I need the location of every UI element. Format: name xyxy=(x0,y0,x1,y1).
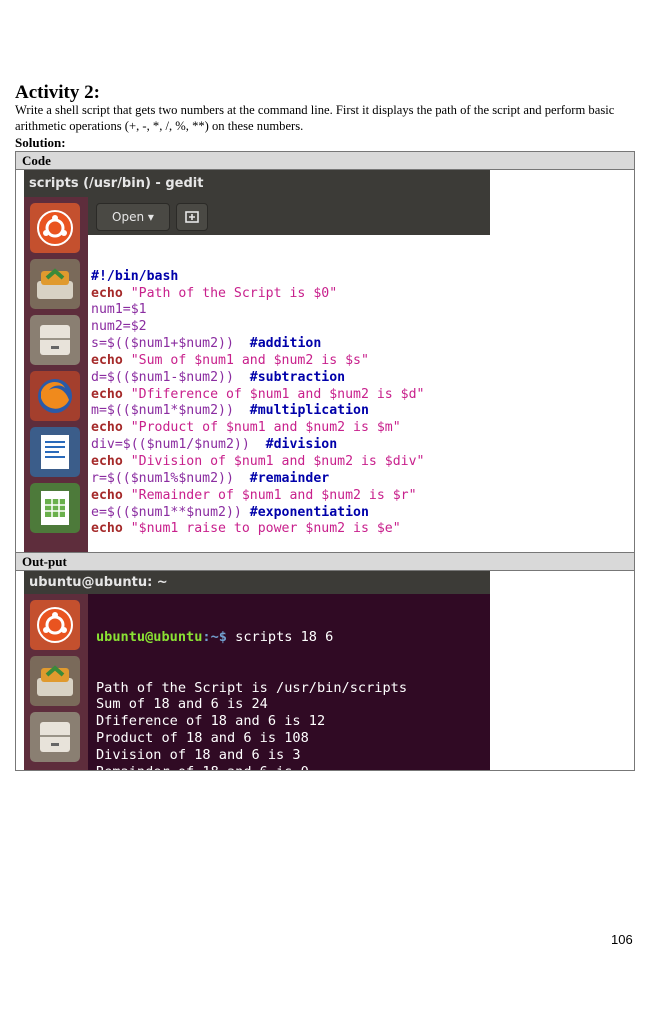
terminal-output-line: Path of the Script is /usr/bin/scripts xyxy=(96,679,407,696)
terminal-output-line: Remainder of 18 and 6 is 0 xyxy=(96,764,490,770)
code-lines: #!/bin/bash echo "Path of the Script is $… xyxy=(91,269,490,539)
new-document-icon xyxy=(185,211,199,223)
code-token: "Dfiference of $num1 and $num2 is $d" xyxy=(122,386,425,402)
ubuntu-dash-icon[interactable] xyxy=(30,203,80,253)
open-button[interactable]: Open ▾ xyxy=(96,203,170,231)
code-line: num1=$1 xyxy=(91,302,490,319)
code-frame: Code scripts (/usr/bin) - gedit Open ▾ #… xyxy=(15,151,635,553)
open-button-label: Open xyxy=(112,210,145,224)
terminal-titlebar: ubuntu@ubuntu: ~ xyxy=(24,571,490,594)
terminal-window[interactable]: ubuntu@ubuntu:~$ scripts 18 6 Path of th… xyxy=(88,594,490,770)
code-line: s=$(($num1+$num2)) #addition xyxy=(91,336,490,353)
code-token: #multiplication xyxy=(233,403,369,419)
calc-icon[interactable] xyxy=(30,483,80,533)
code-token: echo xyxy=(91,453,123,469)
code-token: "$num1 raise to power $num2 is $e" xyxy=(122,521,401,537)
prompt-path: :~$ xyxy=(202,628,227,645)
code-line: m=$(($num1*$num2)) #multiplication xyxy=(91,403,490,420)
code-token: echo xyxy=(91,352,123,368)
terminal-screenshot: ubuntu@ubuntu: ~ ubuntu@ubuntu:~$ script… xyxy=(24,571,490,770)
code-token: echo xyxy=(91,521,123,537)
terminal-output-line: Sum of 18 and 6 is 24 xyxy=(96,696,268,713)
terminal-command: scripts 18 6 xyxy=(226,628,334,645)
code-token: "Product of $num1 and $num2 is $m" xyxy=(122,420,401,436)
code-token: div=$(($num1/$num2)) xyxy=(91,437,250,453)
code-line: echo "Product of $num1 and $num2 is $m" xyxy=(91,420,490,437)
code-line: echo "Sum of $num1 and $num2 is $s" xyxy=(91,353,490,370)
software-updater-icon[interactable] xyxy=(30,656,80,706)
code-token: "Remainder of $num1 and $num2 is $r" xyxy=(122,487,417,503)
code-token: #addition xyxy=(233,336,322,352)
code-line: num2=$2 xyxy=(91,319,490,336)
code-token: num1=$1 xyxy=(91,302,147,318)
code-token: #remainder xyxy=(233,470,330,486)
solution-label: Solution: xyxy=(15,135,66,150)
code-editor[interactable]: #!/bin/bash echo "Path of the Script is $… xyxy=(88,235,490,552)
code-token: num2=$2 xyxy=(91,319,147,335)
activity-description: Write a shell script that gets two numbe… xyxy=(15,103,615,133)
new-document-button[interactable] xyxy=(176,203,208,231)
code-token: m=$(($num1*$num2)) xyxy=(91,403,234,419)
code-token: r=$(($num1%$num2)) xyxy=(91,470,234,486)
code-token: "Sum of $num1 and $num2 is $s" xyxy=(122,352,369,368)
code-line: echo "Division of $num1 and $num2 is $di… xyxy=(91,454,490,471)
code-line: echo "Remainder of $num1 and $num2 is $r… xyxy=(91,488,490,505)
file-cabinet-icon[interactable] xyxy=(30,315,80,365)
gedit-toolbar: Open ▾ xyxy=(88,197,490,235)
code-line: e=$(($num1**$num2)) #exponentiation xyxy=(91,505,490,522)
chevron-down-icon: ▾ xyxy=(147,210,154,224)
launcher xyxy=(24,197,88,552)
code-line: echo "Dfiference of $num1 and $num2 is $… xyxy=(91,387,490,404)
code-token: s=$(($num1+$num2)) xyxy=(91,336,234,352)
code-token: echo xyxy=(91,420,123,436)
code-line: div=$(($num1/$num2)) #division xyxy=(91,437,490,454)
software-updater-icon[interactable] xyxy=(30,259,80,309)
launcher xyxy=(24,594,88,770)
writer-icon[interactable] xyxy=(30,427,80,477)
code-token: d=$(($num1-$num2)) xyxy=(91,369,234,385)
activity-heading: Activity 2: xyxy=(15,82,100,103)
prompt-user: ubuntu@ubuntu xyxy=(96,628,203,645)
code-token: #exponentiation xyxy=(241,504,369,520)
code-token: echo xyxy=(91,487,123,503)
code-line: echo "$num1 raise to power $num2 is $e" xyxy=(91,521,490,538)
terminal-output: Path of the Script is /usr/bin/scripts Su… xyxy=(96,680,490,770)
terminal-output-line: Division of 18 and 6 is 3 xyxy=(96,747,301,764)
code-frame-header: Code xyxy=(16,152,634,170)
code-token: echo xyxy=(91,285,123,301)
code-token: "Path of the Script is $0" xyxy=(122,285,338,301)
gedit-screenshot: scripts (/usr/bin) - gedit Open ▾ #!/bin… xyxy=(24,170,490,552)
code-line: r=$(($num1%$num2)) #remainder xyxy=(91,471,490,488)
terminal-output-line: Product of 18 and 6 is 108 xyxy=(96,730,309,747)
code-token: "Division of $num1 and $num2 is $div" xyxy=(122,453,425,469)
gedit-titlebar: scripts (/usr/bin) - gedit xyxy=(24,170,490,197)
output-frame-header: Out-put xyxy=(16,553,634,571)
firefox-icon[interactable] xyxy=(30,371,80,421)
code-token: e=$(($num1**$num2)) xyxy=(91,504,242,520)
code-line: #!/bin/bash xyxy=(91,269,490,286)
code-line: echo "Path of the Script is $0" xyxy=(91,286,490,303)
terminal-output-line: Dfiference of 18 and 6 is 12 xyxy=(96,713,326,730)
code-token: #subtraction xyxy=(233,369,346,385)
page-number: 106 xyxy=(611,932,633,947)
code-line: d=$(($num1-$num2)) #subtraction xyxy=(91,370,490,387)
code-token: #division xyxy=(249,437,338,453)
code-token: echo xyxy=(91,386,123,402)
ubuntu-dash-icon[interactable] xyxy=(30,600,80,650)
output-frame: Out-put ubuntu@ubuntu: ~ ubuntu@ubuntu:~… xyxy=(15,552,635,771)
terminal-command-line: ubuntu@ubuntu:~$ scripts 18 6 xyxy=(96,629,490,646)
code-token: #!/bin/bash xyxy=(91,268,179,284)
file-cabinet-icon[interactable] xyxy=(30,712,80,762)
